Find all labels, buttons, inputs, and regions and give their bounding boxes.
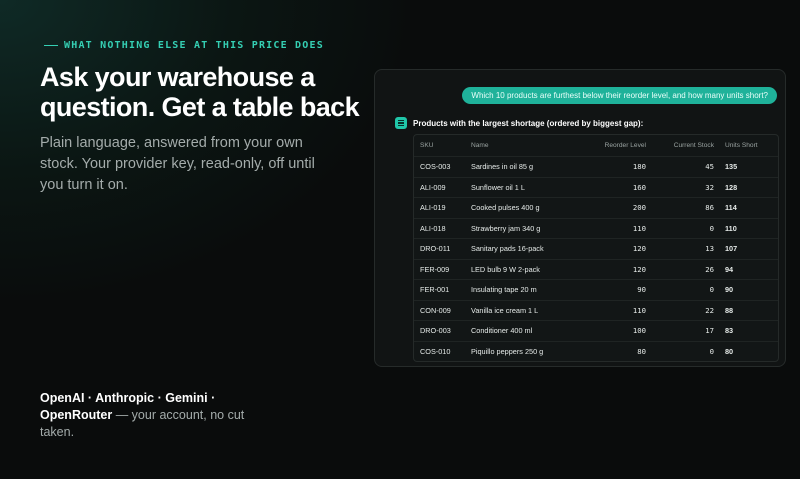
cell-current-stock: 0 bbox=[709, 346, 714, 356]
cell-reorder-level: 90 bbox=[637, 285, 646, 295]
headline: Ask your warehouse a question. Get a tab… bbox=[40, 62, 360, 122]
cell-units-short: 107 bbox=[725, 244, 738, 254]
table-row: ALI-009 Sunflower oil 1 L 160 32 128 bbox=[414, 176, 778, 198]
cell-units-short: 83 bbox=[725, 326, 734, 336]
table-row: COS-010 Piquillo peppers 250 g 80 0 80 bbox=[414, 340, 778, 362]
assistant-reply-header: Products with the largest shortage (orde… bbox=[395, 117, 643, 129]
dash-line-icon bbox=[44, 45, 58, 46]
cell-name: Sunflower oil 1 L bbox=[471, 182, 525, 192]
cell-sku: CON-009 bbox=[420, 305, 451, 315]
column-header-current-stock: Current Stock bbox=[673, 142, 714, 149]
table-row: COS-003 Sardines in oil 85 g 180 45 135 bbox=[414, 156, 778, 177]
cell-sku: DRO-003 bbox=[420, 326, 451, 336]
cell-name: Conditioner 400 ml bbox=[471, 326, 533, 336]
answer-title: Products with the largest shortage (orde… bbox=[413, 118, 644, 128]
cell-sku: ALI-009 bbox=[420, 182, 446, 192]
cell-units-short: 80 bbox=[725, 346, 734, 356]
cell-reorder-level: 120 bbox=[632, 244, 646, 254]
chat-panel: Which 10 products are furthest below the… bbox=[374, 69, 786, 367]
cell-units-short: 128 bbox=[725, 182, 738, 192]
cell-sku: FER-001 bbox=[420, 285, 450, 295]
subtitle: Plain language, answered from your own s… bbox=[40, 135, 315, 193]
table-row: ALI-018 Strawberry jam 340 g 110 0 110 bbox=[414, 217, 778, 239]
cell-reorder-level: 160 bbox=[632, 182, 646, 192]
cell-reorder-level: 100 bbox=[632, 326, 646, 336]
cell-name: Strawberry jam 340 g bbox=[471, 223, 541, 233]
eyebrow-label: WHAT NOTHING ELSE AT THIS PRICE DOES bbox=[64, 40, 324, 51]
cell-units-short: 88 bbox=[725, 305, 734, 315]
cell-current-stock: 32 bbox=[705, 182, 714, 192]
cell-units-short: 135 bbox=[725, 162, 738, 172]
cell-units-short: 94 bbox=[725, 264, 734, 274]
cell-sku: COS-003 bbox=[420, 162, 451, 172]
cell-sku: DRO-011 bbox=[420, 244, 451, 254]
cell-current-stock: 0 bbox=[709, 285, 714, 295]
cell-name: Cooked pulses 400 g bbox=[471, 203, 540, 213]
cell-current-stock: 26 bbox=[705, 264, 714, 274]
cell-current-stock: 45 bbox=[705, 162, 714, 172]
table-lines-icon bbox=[395, 117, 407, 129]
cell-name: Insulating tape 20 m bbox=[471, 285, 537, 295]
user-question-bubble: Which 10 products are furthest below the… bbox=[462, 87, 777, 104]
cell-current-stock: 13 bbox=[705, 244, 714, 254]
cell-name: Piquillo peppers 250 g bbox=[471, 346, 544, 356]
cell-reorder-level: 180 bbox=[632, 162, 646, 172]
cell-reorder-level: 110 bbox=[632, 223, 646, 233]
column-header-name: Name bbox=[471, 142, 489, 149]
section-eyebrow: WHAT NOTHING ELSE AT THIS PRICE DOES bbox=[44, 40, 324, 51]
table-row: FER-009 LED bulb 9 W 2-pack 120 26 94 bbox=[414, 258, 778, 280]
table-row: CON-009 Vanilla ice cream 1 L 110 22 88 bbox=[414, 299, 778, 321]
cell-reorder-level: 110 bbox=[632, 305, 646, 315]
results-table: SKU Name Reorder Level Current Stock Uni… bbox=[413, 134, 779, 362]
cell-units-short: 90 bbox=[725, 285, 734, 295]
cell-reorder-level: 120 bbox=[632, 264, 646, 274]
cell-current-stock: 22 bbox=[705, 305, 714, 315]
cell-sku: ALI-019 bbox=[420, 203, 446, 213]
cell-current-stock: 86 bbox=[705, 203, 714, 213]
cell-sku: ALI-018 bbox=[420, 223, 446, 233]
column-header-units-short: Units Short bbox=[725, 142, 758, 149]
table-row: ALI-019 Cooked pulses 400 g 200 86 114 bbox=[414, 197, 778, 218]
cell-name: Sanitary pads 16-pack bbox=[471, 244, 544, 254]
cell-name: LED bulb 9 W 2-pack bbox=[471, 264, 540, 274]
table-row: DRO-003 Conditioner 400 ml 100 17 83 bbox=[414, 320, 778, 341]
cell-sku: COS-010 bbox=[420, 346, 451, 356]
table-body: COS-003 Sardines in oil 85 g 180 45 135 ALI-0… bbox=[414, 156, 778, 361]
table-row: DRO-011 Sanitary pads 16-pack 120 13 107 bbox=[414, 238, 778, 259]
cell-current-stock: 17 bbox=[705, 326, 714, 336]
cell-current-stock: 0 bbox=[709, 223, 714, 233]
cell-units-short: 110 bbox=[725, 223, 737, 233]
cell-name: Vanilla ice cream 1 L bbox=[471, 305, 539, 315]
table-header: SKU Name Reorder Level Current Stock Uni… bbox=[414, 135, 778, 156]
table-row: FER-001 Insulating tape 20 m 90 0 90 bbox=[414, 279, 778, 300]
column-header-reorder-level: Reorder Level bbox=[604, 142, 646, 149]
cell-reorder-level: 80 bbox=[637, 346, 646, 356]
cell-sku: FER-009 bbox=[420, 264, 450, 274]
column-header-sku: SKU bbox=[420, 142, 434, 149]
providers-note: OpenAI · Anthropic · Gemini · OpenRouter… bbox=[40, 390, 260, 441]
cell-units-short: 114 bbox=[725, 203, 737, 213]
cell-reorder-level: 200 bbox=[632, 203, 646, 213]
cell-name: Sardines in oil 85 g bbox=[471, 162, 534, 172]
